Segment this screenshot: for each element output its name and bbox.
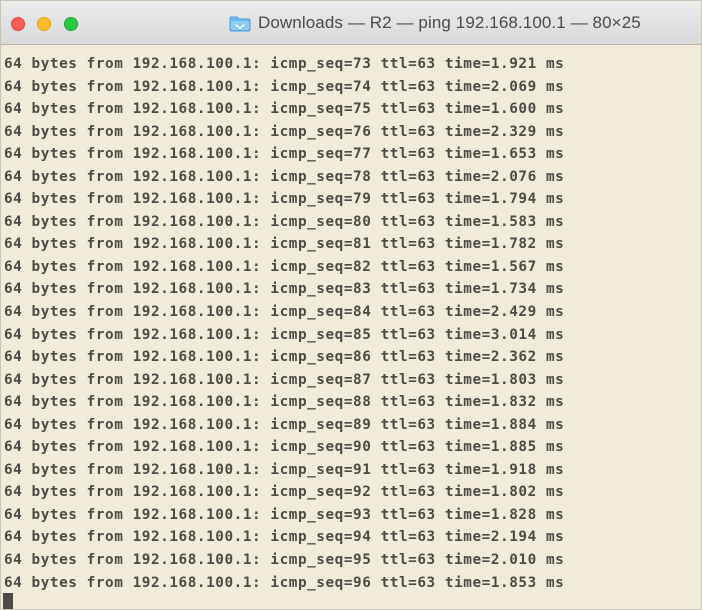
minimize-button[interactable] (37, 17, 51, 31)
terminal-window: Downloads — R2 — ping 192.168.100.1 — 80… (0, 0, 702, 610)
terminal-line: 64 bytes from 192.168.100.1: icmp_seq=89… (4, 416, 565, 433)
terminal-line: 64 bytes from 192.168.100.1: icmp_seq=73… (4, 56, 565, 72)
terminal-line: 64 bytes from 192.168.100.1: icmp_seq=93… (4, 506, 565, 523)
terminal-line: 64 bytes from 192.168.100.1: icmp_seq=96… (4, 574, 565, 591)
terminal-line: 64 bytes from 192.168.100.1: icmp_seq=95… (4, 552, 565, 569)
terminal-output[interactable]: 64 bytes from 192.168.100.1: icmp_seq=73… (1, 53, 701, 609)
terminal-line: 64 bytes from 192.168.100.1: icmp_seq=90… (4, 439, 565, 456)
terminal-line: 64 bytes from 192.168.100.1: icmp_seq=94… (4, 529, 565, 546)
terminal-line: 64 bytes from 192.168.100.1: icmp_seq=85… (4, 326, 565, 343)
terminal-line: 64 bytes from 192.168.100.1: icmp_seq=79… (4, 191, 565, 208)
terminal-line: 64 bytes from 192.168.100.1: icmp_seq=82… (4, 258, 565, 275)
folder-icon (229, 15, 251, 32)
window-title: Downloads — R2 — ping 192.168.100.1 — 80… (258, 13, 641, 32)
terminal-line: 64 bytes from 192.168.100.1: icmp_seq=87… (4, 371, 565, 388)
terminal-line: 64 bytes from 192.168.100.1: icmp_seq=88… (4, 394, 565, 411)
terminal-line: 64 bytes from 192.168.100.1: icmp_seq=91… (4, 461, 565, 478)
terminal-line: 64 bytes from 192.168.100.1: icmp_seq=83… (4, 281, 565, 298)
terminal-line: 64 bytes from 192.168.100.1: icmp_seq=86… (4, 349, 565, 366)
terminal-line: 64 bytes from 192.168.100.1: icmp_seq=77… (4, 146, 565, 163)
terminal-cursor (3, 593, 13, 609)
terminal-line: 64 bytes from 192.168.100.1: icmp_seq=74… (4, 78, 565, 95)
terminal-line: 64 bytes from 192.168.100.1: icmp_seq=75… (4, 101, 565, 118)
terminal-line: 64 bytes from 192.168.100.1: icmp_seq=81… (4, 236, 565, 253)
terminal-line: 64 bytes from 192.168.100.1: icmp_seq=76… (4, 123, 565, 140)
close-button[interactable] (11, 17, 25, 31)
window-titlebar[interactable]: Downloads — R2 — ping 192.168.100.1 — 80… (1, 1, 701, 45)
terminal-line: 64 bytes from 192.168.100.1: icmp_seq=80… (4, 213, 565, 230)
terminal-line: 64 bytes from 192.168.100.1: icmp_seq=84… (4, 304, 565, 321)
window-title-group: Downloads — R2 — ping 192.168.100.1 — 80… (229, 1, 641, 45)
terminal-line: 64 bytes from 192.168.100.1: icmp_seq=78… (4, 168, 565, 185)
terminal-line: 64 bytes from 192.168.100.1: icmp_seq=92… (4, 484, 565, 501)
zoom-button[interactable] (64, 17, 78, 31)
